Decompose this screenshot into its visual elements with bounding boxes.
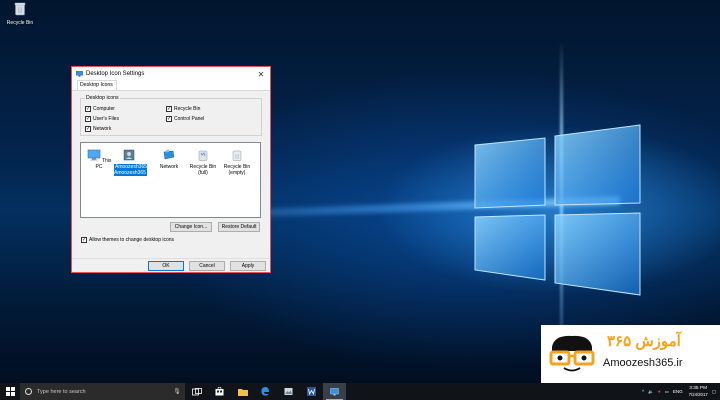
list-item-this-pc[interactable]: This PC xyxy=(84,149,114,170)
change-icon-button[interactable]: Change Icon... xyxy=(170,222,212,232)
checkmark-icon: ✓ xyxy=(166,116,172,122)
checkmark-icon: ✓ xyxy=(85,116,91,122)
checkbox-recycle-bin-label: Recycle Bin xyxy=(174,106,201,112)
chevron-up-icon[interactable]: ^ xyxy=(642,389,644,394)
cancel-button[interactable]: Cancel xyxy=(189,261,225,271)
icon-label: Recycle Bin (empty) xyxy=(223,164,251,176)
system-tray: ^ 🔈 ● ▭ ENG 3:35 PM 7/24/2017 ▢ xyxy=(638,386,720,397)
task-view-button[interactable] xyxy=(185,383,208,400)
network-icon xyxy=(163,149,175,160)
taskbar-edge[interactable] xyxy=(254,383,277,400)
list-item-recycle-bin-empty[interactable]: Recycle Bin (empty) xyxy=(222,149,252,176)
photos-icon xyxy=(284,388,293,395)
recycle-bin-full-icon xyxy=(198,150,208,161)
task-view-icon xyxy=(191,387,202,395)
glasses-mascot-icon xyxy=(549,335,595,373)
taskbar-file-explorer[interactable] xyxy=(231,383,254,400)
checkmark-icon: ✓ xyxy=(81,237,87,243)
group-label: Desktop icons xyxy=(85,95,120,101)
dialog-title: Desktop Icon Settings xyxy=(86,71,145,77)
desktop-icon-list[interactable]: This PC Amoozesh365 Amoozesh365 Network … xyxy=(80,142,261,218)
dialog-title-bar[interactable]: Desktop Icon Settings ✕ xyxy=(72,67,270,81)
folder-icon xyxy=(237,388,248,396)
checkmark-icon: ✓ xyxy=(85,126,91,132)
windows-start-icon xyxy=(5,387,15,396)
monitor-icon xyxy=(87,149,100,161)
checkbox-computer-label: Computer xyxy=(93,106,115,112)
cortana-icon xyxy=(25,388,32,395)
checkbox-network-label: Network xyxy=(93,126,112,132)
clock-date: 7/24/2017 xyxy=(688,391,708,397)
checkbox-control-panel[interactable]: ✓ Control Panel xyxy=(166,116,204,122)
language-indicator[interactable]: ENG xyxy=(673,389,683,394)
desktop-icon-settings-dialog: Desktop Icon Settings ✕ Desktop Icons De… xyxy=(71,66,271,273)
close-icon[interactable]: ✕ xyxy=(256,70,266,79)
desktop-icons-group: Desktop icons ✓ Computer ✓ Recycle Bin ✓… xyxy=(80,95,262,136)
desktop-settings-icon xyxy=(330,387,339,395)
user-folder-icon xyxy=(123,149,135,161)
selected-icon-label: Amoozesh365 Amoozesh365 xyxy=(114,164,147,176)
edge-icon xyxy=(261,387,269,396)
network-tray-icon[interactable]: ▭ xyxy=(665,389,669,395)
taskbar-word[interactable] xyxy=(300,383,323,400)
list-item-users-files[interactable]: Amoozesh365 Amoozesh365 xyxy=(114,149,147,176)
word-icon xyxy=(307,387,316,396)
list-item-network[interactable]: Network xyxy=(154,149,184,170)
brand-site-text: Amoozesh365.ir xyxy=(603,357,683,369)
recycle-bin-empty-icon xyxy=(232,150,242,161)
checkbox-allow-themes-label: Allow themes to change desktop icons xyxy=(89,237,175,243)
list-item-recycle-bin-full[interactable]: Recycle Bin (full) xyxy=(188,149,218,176)
taskbar-store[interactable] xyxy=(208,383,231,400)
checkbox-computer[interactable]: ✓ Computer xyxy=(85,106,115,112)
start-button[interactable] xyxy=(0,383,20,400)
checkbox-users-files[interactable]: ✓ User's Files xyxy=(85,116,119,122)
search-box[interactable]: Type here to search 🎙 xyxy=(20,383,185,400)
taskbar-desktop-icon-settings[interactable] xyxy=(323,383,346,400)
recycle-bin-icon xyxy=(14,2,26,16)
clock-time: 3:35 PM xyxy=(689,386,708,391)
checkmark-icon: ✓ xyxy=(85,106,91,112)
checkbox-recycle-bin[interactable]: ✓ Recycle Bin xyxy=(166,106,200,112)
icon-label: Recycle Bin (full) xyxy=(189,164,217,176)
notifications-icon[interactable]: ▢ xyxy=(712,389,716,395)
checkbox-network[interactable]: ✓ Network xyxy=(85,126,111,132)
windows-logo-graphic xyxy=(474,124,641,296)
dialog-button-bar: OK Cancel Apply xyxy=(72,258,269,272)
taskbar-photos[interactable] xyxy=(277,383,300,400)
recycle-bin-label: Recycle Bin xyxy=(6,20,34,26)
restore-default-button[interactable]: Restore Default xyxy=(218,222,260,232)
taskbar: Type here to search 🎙 ^ 🔈 ● ▭ ENG 3:35 P… xyxy=(0,383,720,400)
desktop-recycle-bin[interactable]: Recycle Bin xyxy=(4,2,36,26)
checkbox-control-panel-label: Control Panel xyxy=(174,116,205,122)
tab-bar: Desktop Icons xyxy=(72,80,270,91)
checkbox-users-files-label: User's Files xyxy=(93,116,119,122)
checkbox-allow-themes[interactable]: ✓ Allow themes to change desktop icons xyxy=(81,237,174,243)
amoozesh365-logo: آموزش ۳۶۵ Amoozesh365.ir xyxy=(541,325,720,383)
icon-label: Network xyxy=(159,164,179,170)
ok-button[interactable]: OK xyxy=(148,261,184,271)
search-placeholder: Type here to search xyxy=(37,388,86,395)
store-icon xyxy=(215,387,224,396)
speaker-icon[interactable]: 🔈 xyxy=(648,389,654,395)
antivirus-icon[interactable]: ● xyxy=(658,389,661,394)
microphone-icon[interactable]: 🎙 xyxy=(173,388,181,395)
brand-persian-text: آموزش ۳۶۵ xyxy=(607,333,681,350)
apply-button[interactable]: Apply xyxy=(230,261,266,271)
checkmark-icon: ✓ xyxy=(166,106,172,112)
clock[interactable]: 3:35 PM 7/24/2017 xyxy=(689,386,708,397)
desktop-settings-icon xyxy=(76,71,83,77)
tab-desktop-icons[interactable]: Desktop Icons xyxy=(77,80,117,90)
